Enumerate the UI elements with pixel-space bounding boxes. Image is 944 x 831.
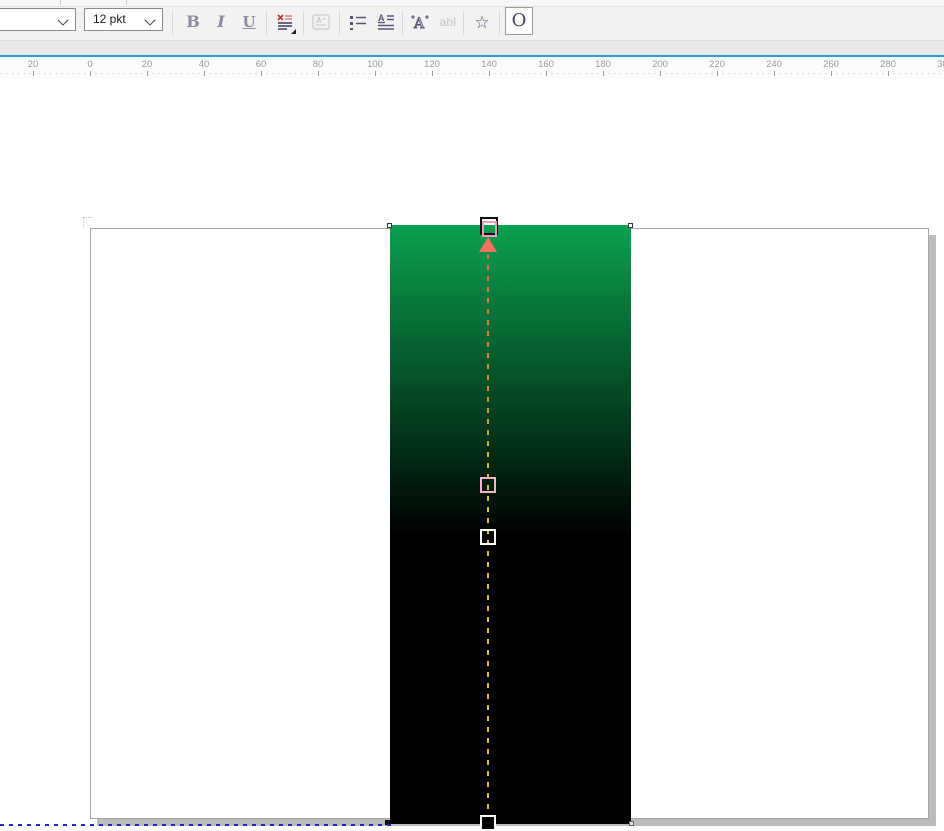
ruler-tick	[546, 71, 547, 76]
gradient-start-marker-triangle[interactable]	[479, 237, 497, 252]
gradient-rectangle-shape[interactable]	[390, 225, 631, 824]
toolbar-separator	[402, 11, 403, 35]
gradient-midstop-handle-white[interactable]	[480, 529, 496, 545]
ruler-tick	[261, 71, 262, 76]
toolbar-separator	[172, 11, 173, 35]
selection-handle-bottom-right[interactable]	[629, 821, 634, 826]
ruler-label: 220	[709, 59, 725, 70]
ruler-label: 280	[880, 59, 896, 70]
font-scale-icon: A	[410, 13, 430, 31]
ruler-tick	[90, 71, 91, 76]
text-field-button-disabled[interactable]: abI	[435, 8, 461, 36]
character-style-icon: A	[312, 13, 330, 31]
ruler-tick	[717, 71, 718, 76]
svg-text:A: A	[316, 16, 322, 25]
ruler-label: 300	[937, 59, 944, 70]
ruler-tick	[660, 71, 661, 76]
ruler-tick	[432, 71, 433, 76]
toolbar-separator-remnant	[60, 0, 61, 5]
chevron-down-icon	[57, 14, 69, 26]
selection-handle-top-left[interactable]	[387, 223, 392, 228]
text-field-icon: abI	[439, 15, 457, 29]
ruler-tick	[603, 71, 604, 76]
ruler-label: 60	[255, 59, 267, 70]
bullet-list-button[interactable]	[345, 8, 371, 36]
character-style-button-disabled[interactable]: A	[308, 8, 334, 36]
formatting-toolbar: 12 pkt B I U A A A abI ☆ O	[0, 7, 944, 40]
font-name-combobox[interactable]	[0, 8, 76, 31]
ruler-label: 40	[198, 59, 210, 70]
toolbar-separator	[303, 11, 304, 35]
ruler-label: 260	[823, 59, 839, 70]
ruler-minor-ticks	[0, 73, 944, 74]
paragraph-format-button[interactable]: A	[373, 8, 399, 36]
objects-mode-icon: O	[511, 10, 527, 31]
ruler-tick	[204, 71, 205, 76]
ruler-tick	[147, 71, 148, 76]
svg-text:A: A	[378, 13, 385, 23]
ruler-label: 0	[87, 59, 93, 70]
toolbar-separator	[499, 11, 500, 35]
toolbar-separator	[463, 11, 464, 35]
document-workspace[interactable]	[0, 79, 944, 831]
font-scale-button[interactable]: A	[407, 8, 433, 36]
ruler-label: 240	[766, 59, 782, 70]
chevron-down-icon	[144, 14, 156, 26]
toolbar-separator	[339, 11, 340, 35]
ruler-label: 140	[481, 59, 497, 70]
svg-text:A: A	[413, 16, 425, 31]
ruler-label: 160	[538, 59, 554, 70]
margin-corner-mark	[83, 217, 93, 227]
gradient-end-handle[interactable]	[480, 815, 496, 831]
highlight-color-button[interactable]	[272, 8, 298, 36]
toolbar-lower-strip	[0, 40, 944, 55]
italic-button[interactable]: I	[208, 8, 234, 36]
paragraph-format-icon: A	[377, 13, 395, 31]
underline-icon: U	[242, 12, 256, 31]
ruler-label: 180	[595, 59, 611, 70]
dropdown-corner-icon	[291, 29, 296, 34]
underline-button[interactable]: U	[236, 8, 262, 36]
ruler-label: 120	[424, 59, 440, 70]
bold-button[interactable]: B	[180, 8, 206, 36]
toolbar-separator	[266, 11, 267, 35]
favorites-button[interactable]: ☆	[469, 8, 495, 36]
objects-mode-button[interactable]: O	[505, 7, 533, 35]
font-size-combobox[interactable]: 12 pkt	[84, 8, 163, 31]
horizontal-guide-dashed-line[interactable]	[0, 824, 391, 826]
bold-icon: B	[186, 12, 200, 31]
selection-handle-top-right[interactable]	[628, 223, 633, 228]
font-size-value: 12 pkt	[93, 12, 126, 26]
ruler-tick	[888, 71, 889, 76]
ruler-tick	[774, 71, 775, 76]
ruler-label: 20	[141, 59, 153, 70]
star-icon: ☆	[474, 12, 490, 32]
ruler-tick	[831, 71, 832, 76]
ruler-tick	[318, 71, 319, 76]
ruler-tick	[375, 71, 376, 76]
italic-icon: I	[217, 12, 225, 31]
horizontal-ruler[interactable]: 20 0 20 40 60 80 100 120 140 160 180 200 220 240 260 28…	[0, 57, 944, 79]
ruler-label: 20	[27, 59, 39, 70]
ruler-label: 100	[367, 59, 383, 70]
toolbar-separator-remnant	[126, 0, 127, 5]
gradient-start-handle-inner[interactable]	[482, 221, 497, 237]
window-top-strip	[0, 0, 944, 7]
ruler-tick	[489, 71, 490, 76]
ruler-tick	[33, 71, 34, 76]
ruler-label: 80	[312, 59, 324, 70]
gradient-midstop-handle-pink[interactable]	[480, 477, 496, 493]
ruler-label: 200	[652, 59, 668, 70]
bullet-list-icon	[349, 13, 367, 31]
